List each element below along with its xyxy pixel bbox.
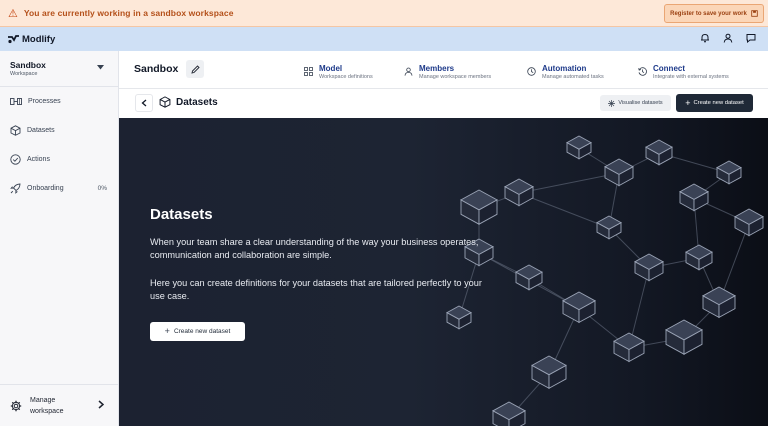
workspace-switcher[interactable]: Sandbox Workspace <box>0 51 118 87</box>
user-icon[interactable] <box>723 33 733 43</box>
chat-icon[interactable] <box>746 33 756 43</box>
hero-create-dataset-button[interactable]: + Create new dataset <box>150 322 245 341</box>
content-header: Sandbox Model Workspace definitions Memb… <box>119 51 768 89</box>
workspace-name: Sandbox <box>10 60 46 70</box>
warning-icon: ⚠ <box>8 7 18 20</box>
cube-icon <box>159 96 171 108</box>
edit-title-button[interactable] <box>186 60 204 78</box>
nav-members-title: Members <box>419 64 455 73</box>
datasets-hero: Datasets When your team share a clear un… <box>119 118 768 426</box>
sparkle-icon <box>608 99 616 107</box>
sidebar-item-label: Actions <box>27 156 50 163</box>
workspace-label: Workspace <box>10 71 38 77</box>
manage-label-line1: Manage <box>30 396 56 404</box>
sidebar-item-actions[interactable]: Actions <box>0 145 118 174</box>
caret-down-icon <box>97 65 104 70</box>
section-title: Datasets <box>159 96 218 108</box>
bell-icon[interactable] <box>700 33 710 43</box>
nav-model-sub: Workspace definitions <box>319 74 373 80</box>
create-dataset-label: Create new dataset <box>693 100 744 106</box>
user-icon <box>404 67 413 76</box>
hero-description-2: Here you can create definitions for your… <box>150 278 482 301</box>
page-title: Sandbox <box>134 63 179 75</box>
save-icon <box>751 10 758 17</box>
sandbox-banner: ⚠ You are currently working in a sandbox… <box>0 0 768 27</box>
chevron-right-icon <box>98 400 104 409</box>
plus-icon: + <box>164 326 170 336</box>
hero-title: Datasets <box>150 206 213 223</box>
chevron-left-icon <box>141 99 147 107</box>
create-dataset-button[interactable]: + Create new dataset <box>676 94 753 112</box>
plus-icon: + <box>685 97 691 108</box>
grid-icon <box>304 67 313 76</box>
nav-connect-title: Connect <box>653 64 685 73</box>
brand-name: Modlify <box>22 33 56 45</box>
datasets-toolbar: Datasets Visualise datasets + Create new… <box>119 89 768 118</box>
visualise-datasets-button[interactable]: Visualise datasets <box>600 95 671 111</box>
nav-members-sub: Manage workspace members <box>419 74 492 80</box>
sidebar-item-label: Datasets <box>27 127 55 134</box>
section-title-label: Datasets <box>176 96 218 108</box>
register-button-label: Register to save your work <box>670 10 747 17</box>
onboarding-progress: 0% <box>97 185 107 192</box>
sidebar-item-datasets[interactable]: Datasets <box>0 116 118 145</box>
nav-model-title: Model <box>319 64 343 73</box>
sidebar: Sandbox Workspace Processes Datasets Act… <box>0 51 119 426</box>
manage-label-line2: workspace <box>30 407 64 415</box>
back-button[interactable] <box>135 94 153 112</box>
manage-workspace-button[interactable]: Manage workspace <box>0 384 118 426</box>
app-topbar: Modlify <box>0 27 768 51</box>
sidebar-item-processes[interactable]: Processes <box>0 87 118 116</box>
nav-automation[interactable]: Automation Manage automated tasks <box>527 65 604 80</box>
nav-automation-sub: Manage automated tasks <box>542 74 604 80</box>
visualise-datasets-label: Visualise datasets <box>618 100 663 106</box>
nav-connect-sub: Integrate with external systems <box>653 74 729 80</box>
gear-icon <box>10 400 22 411</box>
nav-connect[interactable]: Connect Integrate with external systems <box>638 65 729 80</box>
sidebar-item-onboarding[interactable]: Onboarding 0% <box>0 174 118 203</box>
sidebar-item-label: Processes <box>28 98 61 105</box>
nav-model[interactable]: Model Workspace definitions <box>304 65 373 80</box>
processes-icon <box>10 98 22 105</box>
hero-create-dataset-label: Create new dataset <box>173 328 231 335</box>
cube-network-illustration <box>446 135 764 426</box>
register-button[interactable]: Register to save your work <box>664 4 764 23</box>
banner-message: You are currently working in a sandbox w… <box>23 8 234 18</box>
clock-icon <box>527 67 536 76</box>
hero-description: When your team share a clear understandi… <box>150 237 479 260</box>
sidebar-item-label: Onboarding <box>27 185 64 192</box>
pencil-icon <box>190 64 200 74</box>
cube-icon <box>10 125 21 136</box>
nav-automation-title: Automation <box>542 64 587 73</box>
check-circle-icon <box>10 154 21 165</box>
logo-icon <box>8 34 19 43</box>
brand-logo[interactable]: Modlify <box>8 34 55 45</box>
history-icon <box>638 67 647 76</box>
rocket-icon <box>10 183 21 194</box>
nav-members[interactable]: Members Manage workspace members <box>404 65 491 80</box>
